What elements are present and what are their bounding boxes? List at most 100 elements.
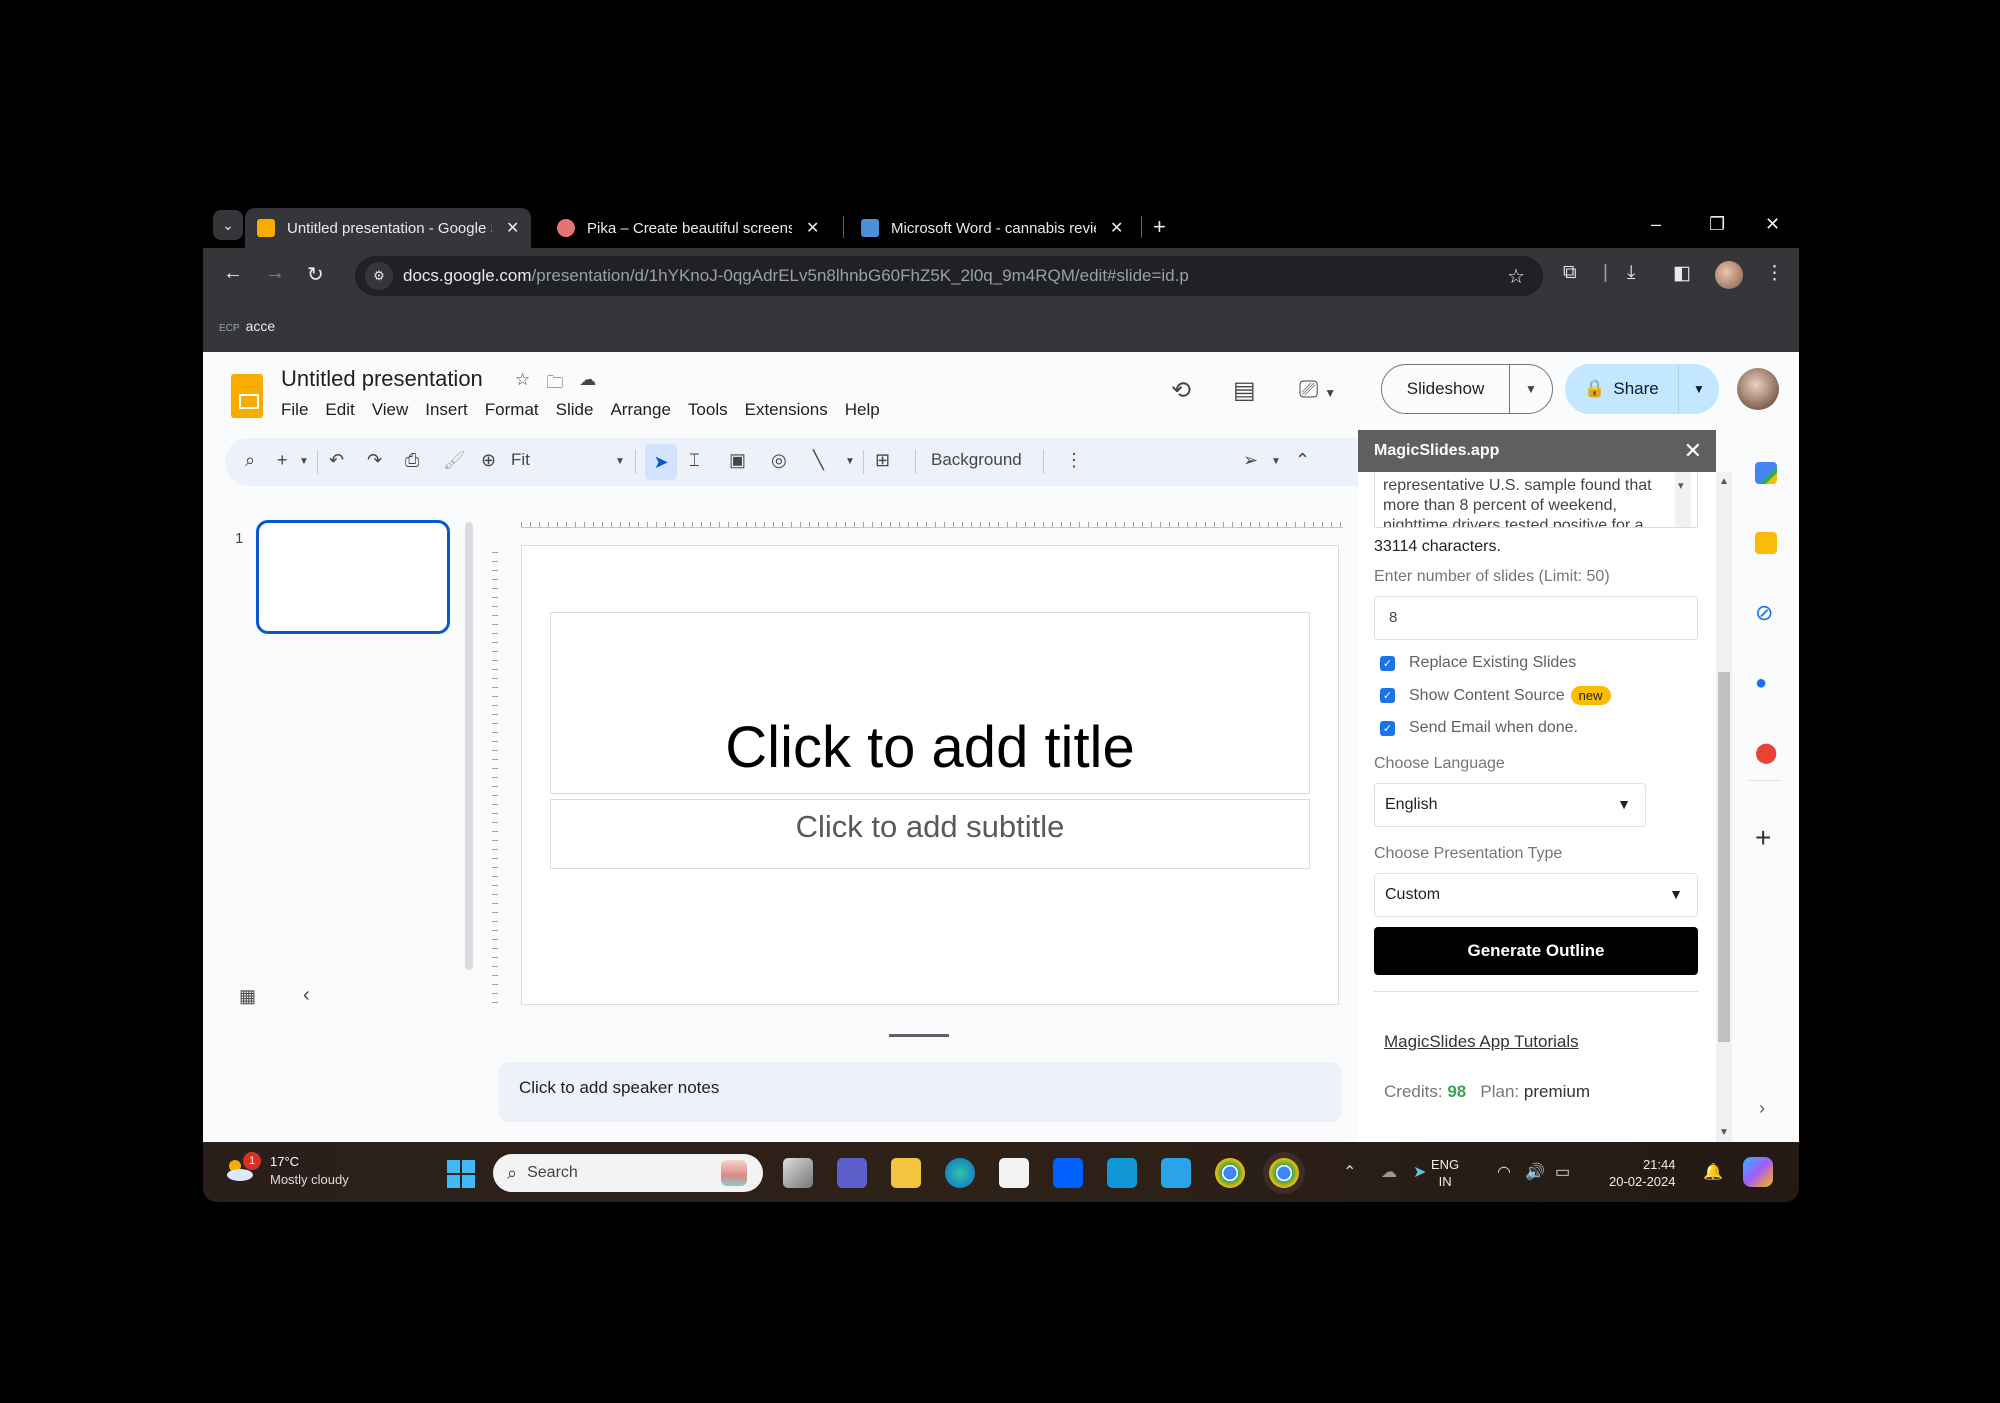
location-icon[interactable]: ➤ — [1413, 1162, 1426, 1182]
tab-search-button[interactable]: ⌄ — [213, 210, 243, 240]
file-explorer-icon[interactable] — [891, 1158, 921, 1188]
tasks-icon[interactable]: ⊘ — [1755, 602, 1777, 624]
menu-slide[interactable]: Slide — [556, 400, 594, 420]
more-options-icon[interactable]: ⋮ — [1065, 450, 1083, 471]
close-tab-icon[interactable]: ✕ — [506, 218, 519, 238]
add-on-plus-icon[interactable]: + — [1755, 822, 1771, 854]
slide-canvas[interactable]: Click to add title Click to add subtitle — [521, 545, 1339, 1005]
checkbox-checked-icon[interactable]: ✓ — [1380, 720, 1395, 736]
checkbox-checked-icon[interactable]: ✓ — [1380, 655, 1395, 671]
new-slide-caret-icon[interactable]: ▼ — [299, 456, 309, 467]
calendar-icon[interactable] — [1755, 462, 1777, 484]
cloud-saved-icon[interactable]: ☁ — [579, 370, 596, 399]
account-avatar[interactable] — [1737, 368, 1779, 410]
version-history-icon[interactable]: ⟲ — [1171, 376, 1191, 405]
notifications-bell-icon[interactable]: 🔔 — [1703, 1162, 1723, 1182]
google-slides-logo[interactable] — [231, 374, 263, 418]
chrome-icon[interactable] — [1215, 1158, 1245, 1188]
edge-icon[interactable] — [945, 1158, 975, 1188]
scrollbar-thumb[interactable] — [1718, 672, 1730, 1042]
share-button[interactable]: 🔒 Share ▼ — [1565, 364, 1719, 414]
editing-mode-caret-icon[interactable]: ▼ — [1271, 456, 1281, 467]
wifi-icon[interactable]: ◠ — [1497, 1162, 1511, 1182]
editing-mode-icon[interactable]: ➢ — [1243, 450, 1258, 471]
text-box-icon[interactable]: ⌶ — [689, 450, 700, 471]
filmstrip-scrollbar[interactable] — [465, 522, 473, 970]
task-view-icon[interactable] — [783, 1158, 813, 1188]
star-icon[interactable]: ☆ — [515, 370, 530, 399]
hide-menus-chevron-up-icon[interactable]: ⌃ — [1295, 450, 1310, 471]
search-menus-icon[interactable]: ⌕ — [245, 450, 255, 471]
dropbox-icon[interactable] — [1053, 1158, 1083, 1188]
menu-file[interactable]: File — [281, 400, 308, 420]
battery-icon[interactable]: ▭ — [1555, 1162, 1570, 1182]
chrome-profile-icon[interactable] — [1269, 1158, 1299, 1188]
textarea-scrollbar[interactable] — [1675, 472, 1691, 527]
bookmark-star-icon[interactable]: ☆ — [1507, 264, 1525, 289]
system-clock[interactable]: 21:44 20-02-2024 — [1609, 1156, 1676, 1190]
expand-rail-chevron-icon[interactable]: › — [1759, 1098, 1765, 1119]
show-hidden-icons-chevron-icon[interactable]: ⌃ — [1343, 1162, 1356, 1182]
document-title[interactable]: Untitled presentation — [281, 366, 483, 392]
panel-scrollbar[interactable]: ▲ ▼ — [1716, 472, 1732, 1142]
tutorials-link[interactable]: MagicSlides App Tutorials — [1384, 1032, 1698, 1052]
slide-thumbnail[interactable] — [256, 520, 450, 634]
share-options-caret-icon[interactable]: ▼ — [1679, 382, 1719, 396]
menu-edit[interactable]: Edit — [325, 400, 354, 420]
bookmark-item[interactable]: ECP acce — [219, 318, 275, 334]
new-tab-button[interactable]: + — [1153, 214, 1166, 240]
line-caret-icon[interactable]: ▼ — [845, 456, 855, 467]
side-panel-icon[interactable]: ◧ — [1673, 262, 1691, 285]
keep-icon[interactable] — [1755, 532, 1777, 554]
collapse-filmstrip-icon[interactable]: ‹ — [303, 984, 310, 1007]
forward-icon[interactable]: → — [265, 262, 285, 285]
tab-google-slides[interactable]: Untitled presentation - Google Slides ✕ — [245, 208, 532, 248]
scroll-down-icon[interactable]: ▼ — [1719, 1127, 1729, 1138]
slideshow-button[interactable]: Slideshow ▼ — [1381, 364, 1553, 414]
add-comment-icon[interactable]: ⊞ — [875, 450, 890, 471]
meet-camera-icon[interactable]: ⎚ ▼ — [1299, 376, 1336, 404]
close-tab-icon[interactable]: ✕ — [806, 218, 819, 238]
minimize-button[interactable]: – — [1651, 214, 1661, 235]
profile-avatar[interactable] — [1715, 261, 1743, 289]
shape-icon[interactable]: ◎ — [771, 450, 787, 471]
new-slide-icon[interactable]: + — [277, 450, 288, 471]
close-icon[interactable]: ✕ — [1684, 438, 1702, 464]
title-placeholder[interactable]: Click to add title — [550, 612, 1310, 794]
insert-image-icon[interactable]: ▣ — [729, 450, 746, 471]
address-bar[interactable]: ⚙ docs.google.com/presentation/d/1hYKnoJ… — [355, 256, 1543, 296]
grid-view-icon[interactable]: ▦ — [239, 986, 256, 1007]
microsoft-store-icon[interactable] — [999, 1158, 1029, 1188]
close-window-button[interactable]: ✕ — [1765, 214, 1780, 235]
slides-count-input[interactable]: 8 — [1374, 596, 1698, 640]
close-tab-icon[interactable]: ✕ — [1110, 218, 1123, 238]
subtitle-placeholder[interactable]: Click to add subtitle — [550, 799, 1310, 869]
share-main[interactable]: 🔒 Share — [1565, 364, 1679, 414]
volume-icon[interactable]: 🔊 — [1525, 1162, 1545, 1182]
background-button[interactable]: Background — [931, 450, 1022, 470]
menu-format[interactable]: Format — [485, 400, 539, 420]
url-text[interactable]: docs.google.com/presentation/d/1hYKnoJ-0… — [403, 266, 1189, 286]
download-icon[interactable]: ⤓ — [1627, 262, 1635, 284]
paint-format-icon[interactable]: 🖌 — [443, 450, 466, 471]
taskbar-search[interactable]: ⌕ Search — [493, 1154, 763, 1192]
more-menu-icon[interactable]: ⋮ — [1765, 262, 1784, 285]
presentation-type-select[interactable]: Custom ▼ — [1374, 873, 1698, 917]
maps-icon[interactable]: ⬤ — [1755, 742, 1777, 764]
menu-view[interactable]: View — [372, 400, 409, 420]
zoom-level[interactable]: Fit — [511, 450, 530, 470]
onedrive-icon[interactable]: ☁ — [1381, 1162, 1397, 1182]
line-icon[interactable]: ╲ — [813, 450, 824, 471]
notes-resize-handle[interactable] — [889, 1034, 949, 1037]
teams-icon[interactable] — [837, 1158, 867, 1188]
reload-icon[interactable]: ↻ — [307, 262, 324, 287]
menu-help[interactable]: Help — [845, 400, 880, 420]
menu-insert[interactable]: Insert — [425, 400, 468, 420]
checkbox-checked-icon[interactable]: ✓ — [1380, 688, 1395, 703]
menu-tools[interactable]: Tools — [688, 400, 728, 420]
site-info-icon[interactable]: ⚙ — [365, 262, 393, 290]
source-text-area[interactable]: representative U.S. sample found that mo… — [1374, 472, 1698, 528]
send-email-checkbox[interactable]: ✓ Send Email when done. — [1380, 719, 1698, 737]
slideshow-label[interactable]: Slideshow — [1382, 365, 1510, 413]
redo-icon[interactable]: ↷ — [367, 450, 382, 471]
